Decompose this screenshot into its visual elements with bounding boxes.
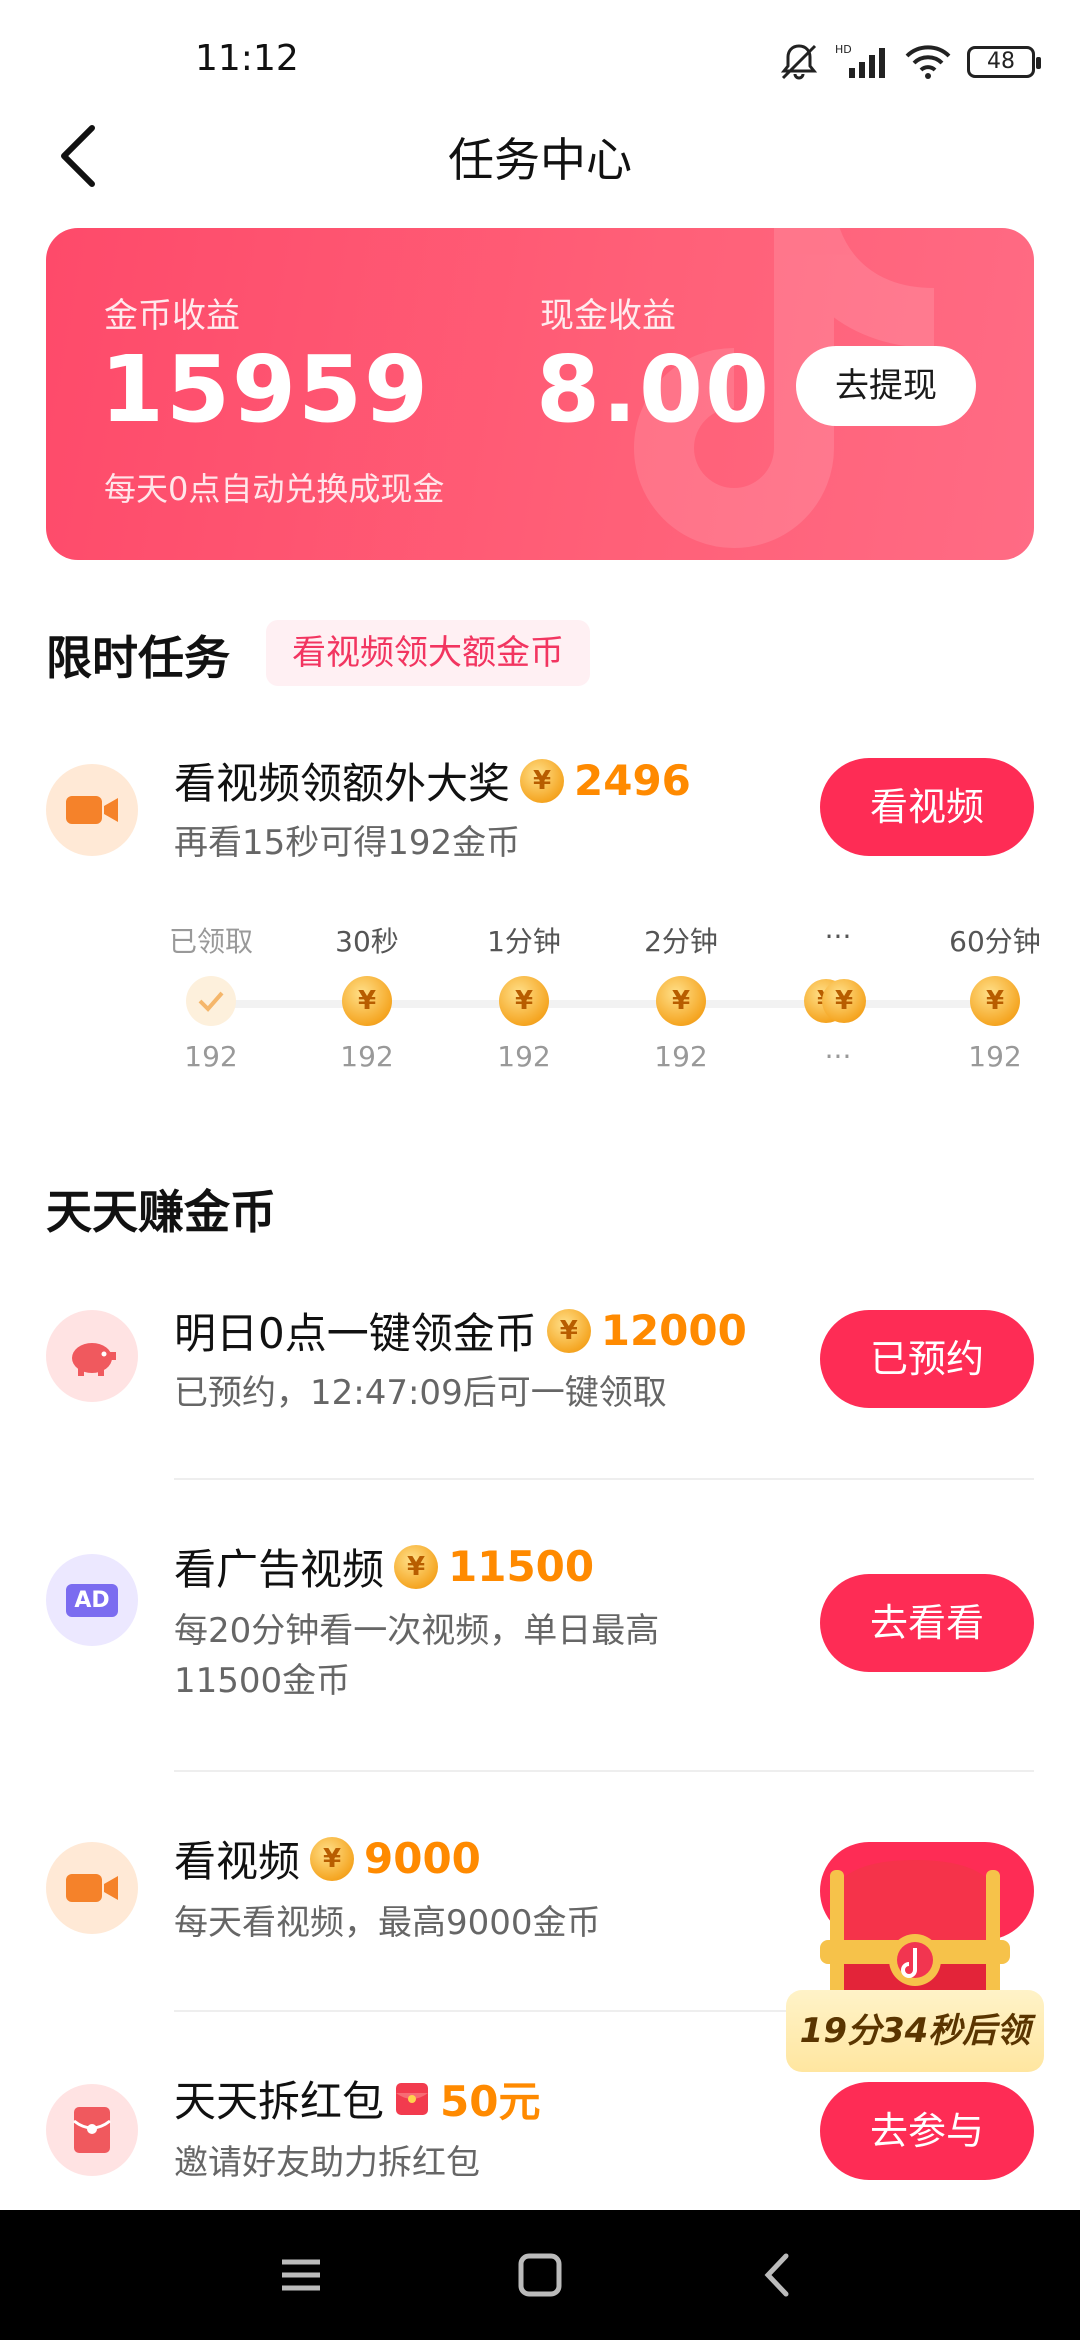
cellular-signal-icon: HD	[835, 43, 885, 78]
network-label: HD	[835, 43, 852, 56]
coin-earnings-value: 15959	[100, 336, 431, 443]
divider	[174, 1478, 1034, 1480]
task-name: 看广告视频 ¥ 11500	[174, 1536, 594, 1597]
join-button[interactable]: 去参与	[820, 2082, 1034, 2180]
menu-icon[interactable]	[268, 2242, 334, 2308]
mute-icon	[780, 44, 818, 80]
step-label: 已领取	[168, 925, 253, 958]
coin-earnings-label: 金币收益	[104, 296, 240, 336]
step-label: ···	[824, 920, 852, 953]
red-envelope-icon	[46, 2084, 138, 2176]
video-progress-track: 已领取 192 30秒 ¥ 192 1分钟 ¥ 192 2分钟 ¥ 192 ··…	[0, 920, 1080, 1090]
coin-icon: ¥	[310, 1836, 355, 1881]
coin-icon: ¥	[342, 976, 392, 1026]
ad-icon: AD	[46, 1554, 138, 1646]
auto-exchange-note: 每天0点自动兑换成现金	[104, 470, 445, 508]
watch-video-button[interactable]: 看视频	[820, 758, 1034, 856]
coin-icon: ¥	[546, 1308, 591, 1353]
step-label: 2分钟	[644, 925, 718, 958]
status-icons: HD 48	[777, 42, 1041, 82]
progress-step: 2分钟 ¥ 192	[616, 920, 746, 1073]
piggy-bank-icon	[46, 1310, 138, 1402]
coins-stack-icon: ¥ ¥	[798, 976, 878, 1026]
task-name: 看视频领额外大奖 ¥ 2496	[174, 750, 691, 811]
page-title: 任务中心	[448, 133, 632, 187]
battery-icon: 48	[967, 46, 1041, 78]
task-reward: 2496	[574, 756, 691, 805]
step-amount: ···	[824, 1040, 852, 1073]
limited-tasks-title: 限时任务	[46, 631, 230, 685]
step-amount: 192	[184, 1040, 238, 1073]
ad-badge-text: AD	[66, 1583, 118, 1617]
task-name: 看视频 ¥ 9000	[174, 1828, 481, 1889]
step-amount: 192	[654, 1040, 708, 1073]
task-desc: 再看15秒可得192金币	[174, 823, 521, 863]
check-icon	[186, 976, 236, 1026]
step-label: 60分钟	[949, 925, 1041, 958]
task-reward: 50元	[440, 2077, 541, 2126]
reserved-button[interactable]: 已预约	[820, 1310, 1034, 1408]
home-icon[interactable]	[507, 2242, 573, 2308]
task-name: 明日0点一键领金币 ¥ 12000	[174, 1300, 747, 1361]
coin-icon: ¥	[656, 976, 706, 1026]
coin-icon: ¥	[970, 976, 1020, 1026]
limited-tasks-tag: 看视频领大额金币	[266, 620, 590, 686]
task-reward: 11500	[448, 1542, 595, 1591]
earnings-card: 金币收益 15959 现金收益 8.00 去提现 每天0点自动兑换成现金	[46, 228, 1034, 560]
progress-step: 60分钟 ¥ 192	[930, 920, 1060, 1073]
cash-earnings-label: 现金收益	[540, 296, 676, 336]
coin-icon: ¥	[394, 1544, 439, 1589]
red-envelope-small-icon	[396, 2082, 429, 2115]
go-watch-ad-button[interactable]: 去看看	[820, 1574, 1034, 1672]
step-label: 30秒	[335, 925, 399, 958]
status-time: 11:12	[195, 38, 299, 79]
system-nav-bar	[0, 2210, 1080, 2340]
back-icon[interactable]	[746, 2242, 812, 2308]
divider	[174, 1770, 1034, 1772]
progress-step: ··· ¥ ¥ ···	[773, 920, 903, 1073]
status-bar: 11:12 HD 48	[0, 0, 1080, 120]
video-camera-icon	[46, 764, 138, 856]
step-amount: 192	[340, 1040, 394, 1073]
coin-icon: ¥	[499, 976, 549, 1026]
step-label: 1分钟	[487, 925, 561, 958]
daily-tasks-title: 天天赚金币	[46, 1185, 276, 1239]
task-name-text: 天天拆红包	[174, 2077, 385, 2126]
task-desc: 每天看视频，最高9000金币	[174, 1903, 601, 1943]
task-name: 天天拆红包 50元	[174, 2068, 540, 2129]
chest-countdown-label[interactable]: 19分34秒后领	[786, 1990, 1044, 2072]
video-camera-icon	[46, 1842, 138, 1934]
cash-earnings-value: 8.00	[536, 336, 771, 443]
task-name-text: 明日0点一键领金币	[174, 1309, 537, 1358]
progress-step-claimed: 已领取 192	[146, 920, 276, 1073]
task-desc: 每20分钟看一次视频，单日最高11500金币	[174, 1611, 660, 1701]
task-reward: 9000	[364, 1834, 481, 1883]
header: 任务中心	[0, 110, 1080, 200]
step-amount: 192	[968, 1040, 1022, 1073]
progress-step: 1分钟 ¥ 192	[459, 920, 589, 1073]
task-desc: 邀请好友助力拆红包	[174, 2143, 480, 2183]
task-name-text: 看视频领额外大奖	[174, 759, 511, 808]
withdraw-button[interactable]: 去提现	[796, 346, 976, 426]
step-amount: 192	[497, 1040, 551, 1073]
task-desc: 已预约，12:47:09后可一键领取	[174, 1373, 667, 1413]
coin-icon: ¥	[520, 758, 565, 803]
task-name-text: 看广告视频	[174, 1545, 385, 1594]
progress-step: 30秒 ¥ 192	[302, 920, 432, 1073]
task-reward: 12000	[600, 1306, 747, 1355]
task-name-text: 看视频	[174, 1837, 301, 1886]
wifi-icon	[905, 45, 951, 79]
